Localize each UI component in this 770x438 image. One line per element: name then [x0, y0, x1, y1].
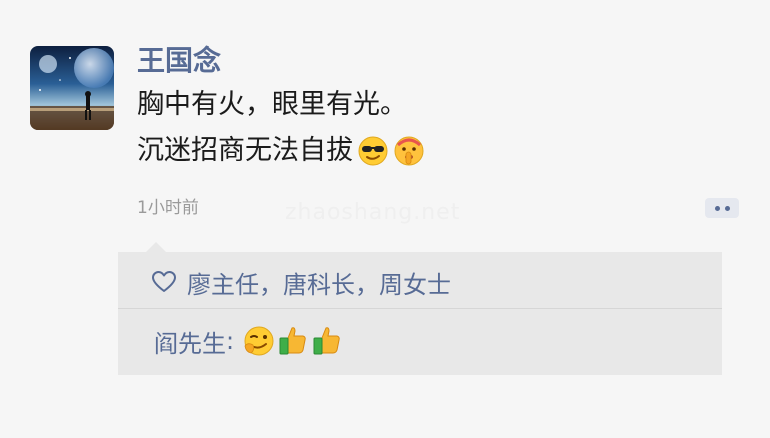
post-timestamp: 1小时前 — [137, 198, 199, 218]
thumbs-up-emoji-icon — [276, 324, 310, 358]
heart-outline-icon — [151, 270, 177, 294]
author-name[interactable]: 王国念 — [137, 42, 221, 80]
post-text-line: 沉迷招商无法自拔 — [137, 132, 425, 170]
watermark: zhaoshang.net — [285, 200, 461, 225]
more-dot-icon — [714, 205, 720, 211]
post-text: 沉迷招商无法自拔 — [137, 135, 353, 166]
astronaut-avatar-image — [30, 46, 114, 130]
likers-names[interactable]: 廖主任，唐科长，周女士 — [187, 265, 451, 300]
divider — [118, 308, 722, 309]
post-text-line: 胸中有火，眼里有光。 — [137, 86, 407, 124]
post-text: 胸中有火，眼里有光。 — [137, 89, 407, 120]
smirking-wink-emoji-icon — [242, 324, 276, 358]
sunglasses-emoji-icon — [357, 135, 389, 167]
shushing-face-emoji-icon — [393, 135, 425, 167]
more-actions-button[interactable] — [705, 198, 739, 218]
interactions-panel: 廖主任，唐科长，周女士 阎先生 : — [118, 242, 722, 375]
thumbs-up-emoji-icon — [310, 324, 344, 358]
more-dot-icon — [724, 205, 730, 211]
comment-separator: : — [226, 327, 235, 355]
commenter-name[interactable]: 阎先生 — [154, 324, 226, 359]
likes-row: 廖主任，唐科长，周女士 — [151, 264, 451, 300]
avatar[interactable] — [30, 46, 114, 130]
comment-item[interactable]: 阎先生 : — [154, 322, 344, 360]
